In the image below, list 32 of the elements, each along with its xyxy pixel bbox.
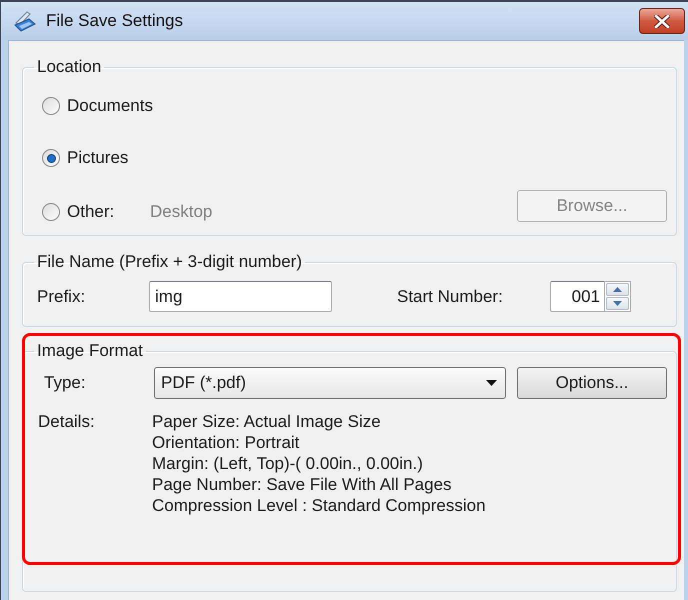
- detail-line: Paper Size: Actual Image Size: [152, 411, 382, 432]
- detail-line: Margin: (Left, Top)-( 0.00in., 0.00in.): [152, 453, 424, 474]
- number-field[interactable]: 001: [550, 281, 604, 312]
- radio-button[interactable]: [42, 149, 60, 167]
- scanner-icon: [14, 10, 36, 32]
- group-label: Location: [36, 57, 102, 77]
- path-text: Desktop: [150, 202, 212, 222]
- detail-line: Compression Level : Standard Compression: [152, 495, 486, 516]
- text-field[interactable]: img: [149, 281, 332, 312]
- type-dropdown[interactable]: PDF (*.pdf): [154, 367, 506, 399]
- field-label: Prefix:: [37, 286, 86, 306]
- group-label: File Name (Prefix + 3-digit number): [36, 252, 304, 272]
- group-label: Image Format: [36, 341, 144, 361]
- spin-down-button[interactable]: [606, 297, 629, 310]
- options-button[interactable]: Options...: [517, 367, 667, 399]
- window-title: File Save Settings: [46, 11, 184, 31]
- radio-button[interactable]: [42, 97, 60, 115]
- field-label: Type:: [44, 373, 86, 393]
- down-arrow-icon: [613, 301, 622, 306]
- field-label: Start Number:: [397, 286, 503, 306]
- radio-label[interactable]: Pictures: [67, 148, 128, 168]
- detail-line: Orientation: Portrait: [152, 432, 300, 453]
- radio-label[interactable]: Other:: [67, 202, 114, 222]
- up-arrow-icon: [613, 287, 622, 292]
- radio-button[interactable]: [42, 203, 60, 221]
- caret-icon: [486, 380, 497, 386]
- close-icon: [654, 14, 670, 28]
- field-label: Details:: [38, 411, 95, 432]
- close-button[interactable]: [639, 8, 685, 34]
- detail-line: Page Number: Save File With All Pages: [152, 474, 453, 495]
- spin-up-button[interactable]: [606, 283, 629, 296]
- radio-label[interactable]: Documents: [67, 96, 153, 116]
